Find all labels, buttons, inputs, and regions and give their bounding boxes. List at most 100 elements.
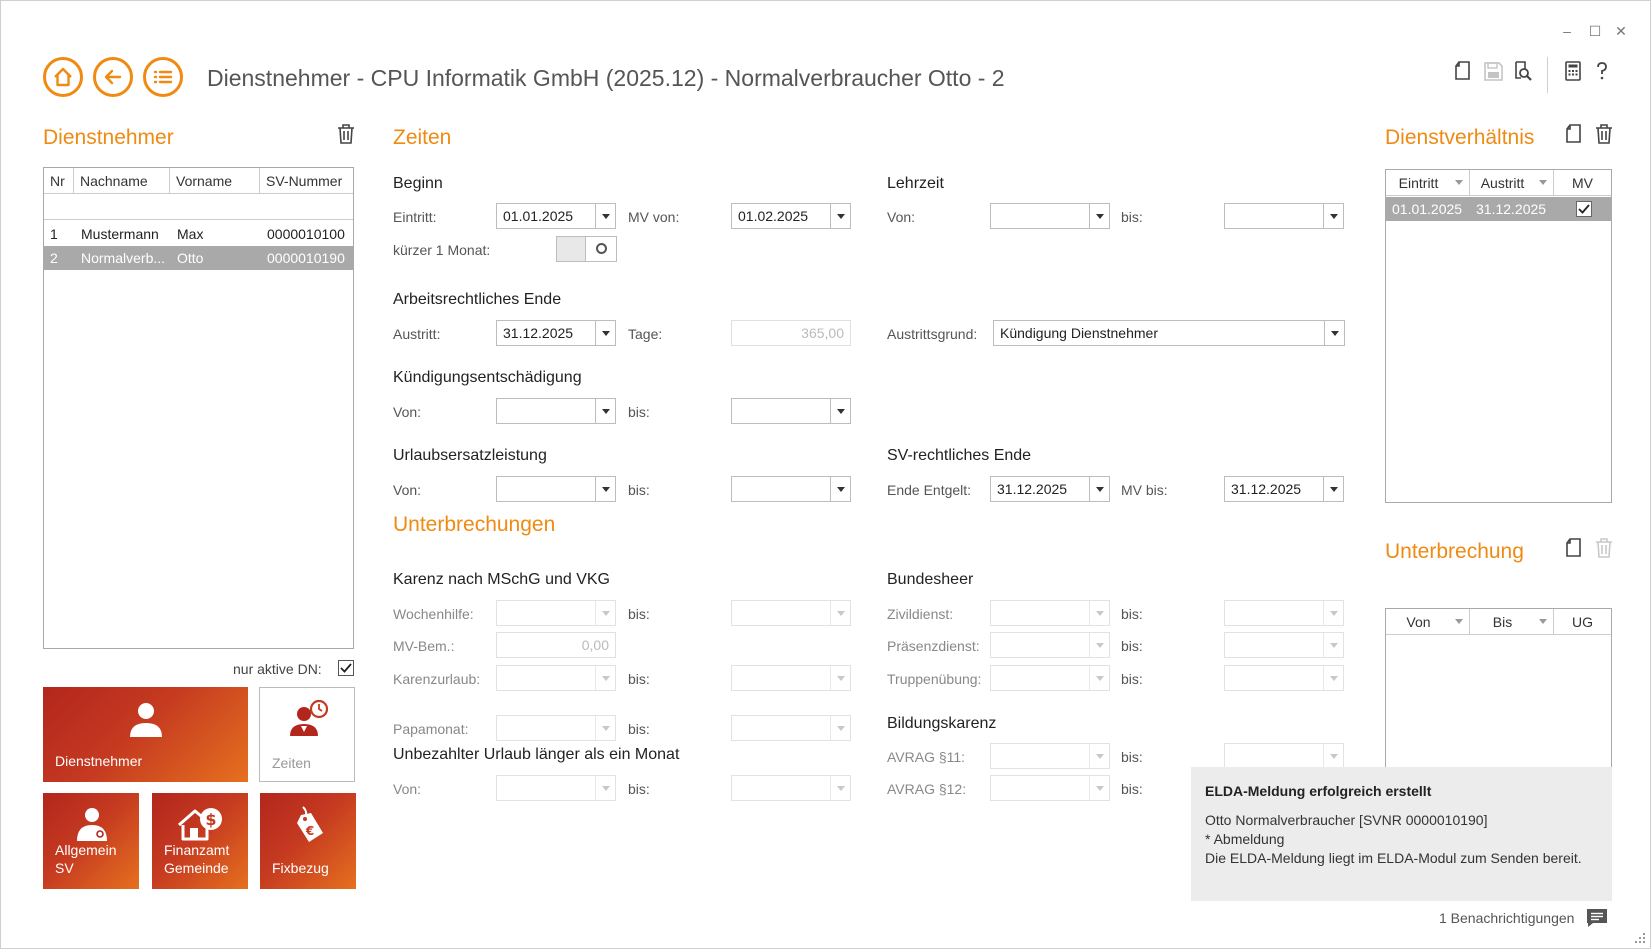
truppenuebung-bis-datepicker[interactable] [1224,665,1344,691]
table-row[interactable]: 1 Mustermann Max 0000010100 [44,222,353,246]
filter-arrow-icon[interactable] [1539,180,1547,185]
dropdown-arrow-icon[interactable] [830,399,850,423]
dropdown-arrow-icon[interactable] [595,601,615,625]
new-dienstverhaeltnis-button[interactable] [1564,122,1586,146]
dropdown-arrow-icon[interactable] [1323,601,1343,625]
dropdown-arrow-icon[interactable] [595,321,615,345]
dropdown-arrow-icon[interactable] [1089,666,1109,690]
column-header-bis[interactable]: Bis [1470,609,1554,635]
dropdown-arrow-icon[interactable] [1323,633,1343,657]
ende-entgelt-datepicker[interactable]: 31.12.2025 [990,476,1110,502]
avrag11-von-datepicker[interactable] [990,743,1110,769]
papamonat-bis-datepicker[interactable] [731,715,851,741]
column-header-vorname[interactable]: Vorname [170,168,260,194]
lehrzeit-von-datepicker[interactable] [990,203,1110,229]
kuendigung-bis-datepicker[interactable] [731,398,851,424]
dropdown-arrow-icon[interactable] [1089,601,1109,625]
finanzamt-gemeinde-tile[interactable]: $ Finanzamt Gemeinde [152,793,248,889]
dropdown-arrow-icon[interactable] [830,477,850,501]
allgemein-sv-tile[interactable]: Allgemein SV [43,793,139,889]
dropdown-arrow-icon[interactable] [1089,744,1109,768]
dropdown-arrow-icon[interactable] [595,204,615,228]
avrag11-bis-datepicker[interactable] [1224,743,1344,769]
maximize-button[interactable]: ☐ [1585,23,1605,40]
eintritt-datepicker[interactable]: 01.01.2025 [496,203,616,229]
close-button[interactable]: ✕ [1611,23,1631,40]
dropdown-arrow-icon[interactable] [830,601,850,625]
notification-toast[interactable]: ELDA-Meldung erfolgreich erstellt Otto N… [1191,767,1612,901]
resize-grip-icon[interactable] [1632,930,1646,944]
unbezahlt-bis-datepicker[interactable] [731,775,851,801]
dropdown-arrow-icon[interactable] [1089,776,1109,800]
table-row-selected[interactable]: 2 Normalverb... Otto 0000010190 [44,246,353,270]
truppenuebung-von-datepicker[interactable] [990,665,1110,691]
dropdown-arrow-icon[interactable] [830,204,850,228]
wochenhilfe-bis-datepicker[interactable] [731,600,851,626]
delete-dienstnehmer-button[interactable] [335,122,357,146]
column-header-nr[interactable]: Nr [44,168,74,194]
zivildienst-bis-datepicker[interactable] [1224,600,1344,626]
karenzurlaub-bis-datepicker[interactable] [731,665,851,691]
dropdown-arrow-icon[interactable] [1324,321,1344,345]
save-button[interactable] [1482,59,1504,83]
karenzurlaub-von-datepicker[interactable] [496,665,616,691]
active-only-checkbox[interactable] [338,660,354,676]
filter-arrow-icon[interactable] [1455,180,1463,185]
urlaubsersatz-bis-datepicker[interactable] [731,476,851,502]
avrag12-von-datepicker[interactable] [990,775,1110,801]
dropdown-arrow-icon[interactable] [830,666,850,690]
mv-bem-field[interactable]: 0,00 [496,632,616,658]
notifications-count[interactable]: 1 Benachrichtigungen [1439,910,1574,926]
dropdown-arrow-icon[interactable] [1089,633,1109,657]
column-header-mv[interactable]: MV [1554,170,1611,196]
dropdown-arrow-icon[interactable] [1323,477,1343,501]
calculator-button[interactable] [1562,59,1584,83]
dropdown-arrow-icon[interactable] [1323,204,1343,228]
mv-bis-datepicker[interactable]: 31.12.2025 [1224,476,1344,502]
dropdown-arrow-icon[interactable] [595,666,615,690]
search-document-button[interactable] [1511,59,1533,83]
column-header-ug[interactable]: UG [1554,609,1611,635]
unbezahlt-von-datepicker[interactable] [496,775,616,801]
list-button[interactable] [143,57,183,97]
delete-dienstverhaeltnis-button[interactable] [1593,122,1615,146]
papamonat-von-datepicker[interactable] [496,715,616,741]
back-button[interactable] [93,57,133,97]
dropdown-arrow-icon[interactable] [1323,744,1343,768]
notifications-button[interactable] [1585,907,1609,929]
home-button[interactable] [43,57,83,97]
zivildienst-von-datepicker[interactable] [990,600,1110,626]
dropdown-arrow-icon[interactable] [595,477,615,501]
filter-arrow-icon[interactable] [1539,619,1547,624]
austritt-datepicker[interactable]: 31.12.2025 [496,320,616,346]
dropdown-arrow-icon[interactable] [1089,477,1109,501]
filter-row[interactable] [44,194,353,220]
new-button[interactable] [1453,59,1475,83]
dropdown-arrow-icon[interactable] [830,716,850,740]
delete-unterbrechung-button[interactable] [1593,536,1615,560]
column-header-nachname[interactable]: Nachname [74,168,170,194]
fixbezug-tile[interactable]: € Fixbezug [260,793,356,889]
column-header-austritt[interactable]: Austritt [1470,170,1554,196]
help-button[interactable] [1591,59,1613,83]
kuerzer-1-monat-toggle[interactable] [556,236,617,262]
mv-checkbox[interactable] [1576,201,1592,217]
column-header-eintritt[interactable]: Eintritt [1386,170,1470,196]
dropdown-arrow-icon[interactable] [1323,666,1343,690]
wochenhilfe-von-datepicker[interactable] [496,600,616,626]
lehrzeit-bis-datepicker[interactable] [1224,203,1344,229]
dropdown-arrow-icon[interactable] [595,776,615,800]
filter-arrow-icon[interactable] [1455,619,1463,624]
dropdown-arrow-icon[interactable] [595,716,615,740]
dropdown-arrow-icon[interactable] [595,399,615,423]
column-header-sv-nummer[interactable]: SV-Nummer [260,168,353,194]
dropdown-arrow-icon[interactable] [1089,204,1109,228]
zeiten-tile[interactable]: Zeiten [259,687,355,782]
column-header-von[interactable]: Von [1386,609,1470,635]
dropdown-arrow-icon[interactable] [830,776,850,800]
kuendigung-von-datepicker[interactable] [496,398,616,424]
praesenzdienst-von-datepicker[interactable] [990,632,1110,658]
dienstnehmer-tile[interactable]: Dienstnehmer [43,687,248,782]
tage-field[interactable]: 365,00 [731,320,851,346]
table-row-selected[interactable]: 01.01.2025 31.12.2025 [1386,197,1611,221]
